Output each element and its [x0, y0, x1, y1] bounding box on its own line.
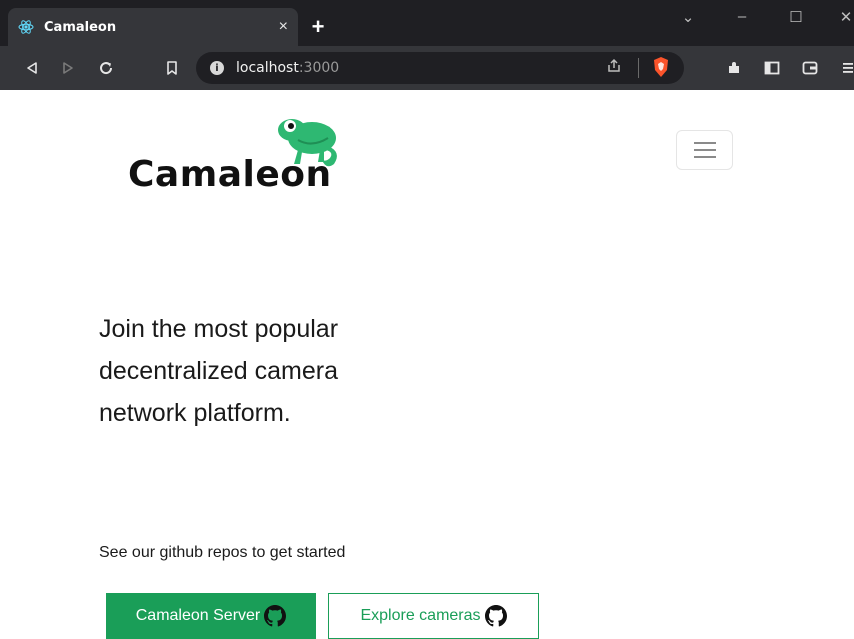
- page-content: Camaleon Join the most popular decentral…: [0, 90, 854, 639]
- bookmark-icon[interactable]: [160, 56, 184, 80]
- new-tab-button[interactable]: +: [306, 14, 330, 40]
- hero-subtext: See our github repos to get started: [99, 544, 346, 561]
- tab-title: Camaleon: [44, 19, 117, 35]
- camaleon-server-button[interactable]: Camaleon Server: [106, 593, 316, 639]
- browser-tab-bar: Camaleon × + ⌄ – ☐ ✕: [0, 0, 854, 46]
- hamburger-line: [693, 156, 716, 158]
- github-icon: [484, 605, 507, 627]
- back-icon[interactable]: [20, 56, 44, 80]
- browser-tab[interactable]: Camaleon ×: [8, 8, 298, 46]
- minimize-icon[interactable]: –: [730, 8, 754, 25]
- extensions-icon[interactable]: [722, 56, 746, 80]
- nav-menu-button[interactable]: [676, 130, 733, 170]
- hero-headline: Join the most popular decentralized came…: [99, 315, 339, 427]
- brave-shield-icon[interactable]: [652, 56, 670, 78]
- explore-cameras-label: Explore cameras: [360, 607, 481, 624]
- share-icon[interactable]: [606, 58, 622, 77]
- reload-icon[interactable]: [94, 56, 118, 80]
- maximize-icon[interactable]: ☐: [784, 8, 808, 26]
- url-divider: [638, 58, 639, 78]
- hamburger-line: [693, 149, 716, 151]
- close-window-icon[interactable]: ✕: [834, 8, 854, 26]
- menu-icon[interactable]: [836, 56, 854, 80]
- hamburger-line: [693, 142, 716, 144]
- forward-icon[interactable]: [56, 56, 80, 80]
- tab-search-icon[interactable]: ⌄: [676, 8, 700, 26]
- camaleon-server-label: Camaleon Server: [135, 607, 261, 624]
- explore-cameras-button[interactable]: Explore cameras: [328, 593, 539, 639]
- site-logo[interactable]: Camaleon: [128, 118, 358, 198]
- url-host: localhost: [236, 60, 299, 76]
- logo-text: Camaleon: [128, 154, 332, 195]
- tab-close-icon[interactable]: ×: [279, 18, 288, 36]
- react-favicon-icon: [18, 19, 34, 35]
- github-icon: [264, 605, 287, 627]
- wallet-icon[interactable]: [798, 56, 822, 80]
- sidebar-icon[interactable]: [760, 56, 784, 80]
- url-port: :3000: [298, 60, 340, 76]
- site-info-icon[interactable]: i: [210, 61, 224, 75]
